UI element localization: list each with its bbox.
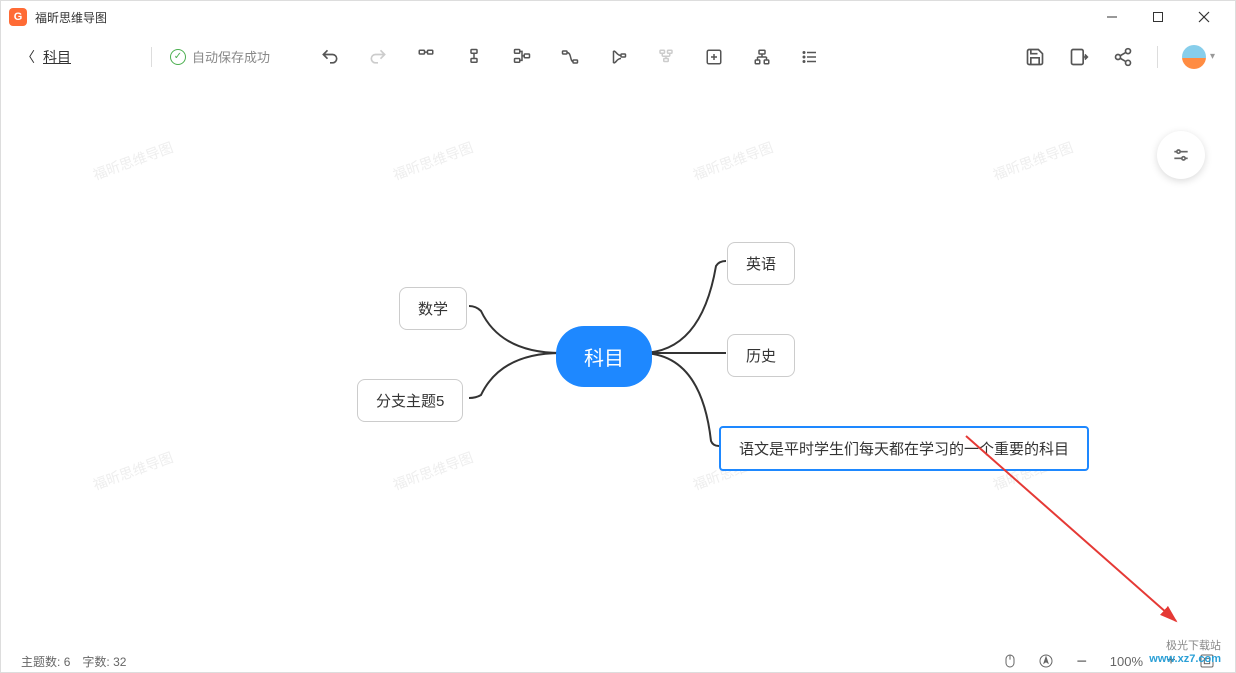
canvas[interactable]: 福昕思维导图 福昕思维导图 福昕思维导图 福昕思维导图 福昕思维导图 福昕思维导… [1, 81, 1235, 650]
redo-button[interactable] [368, 47, 388, 67]
format-button[interactable] [656, 47, 676, 67]
app-title: 福昕思维导图 [35, 9, 107, 26]
watermark: 福昕思维导图 [90, 137, 176, 185]
topic-count: 主题数: 6 [21, 653, 70, 670]
insert-button[interactable] [704, 47, 724, 67]
avatar [1182, 45, 1206, 69]
node-right-2[interactable]: 语文是平时学生们每天都在学习的一个重要的科目 [719, 426, 1089, 471]
maximize-button[interactable] [1135, 1, 1181, 33]
close-button[interactable] [1181, 1, 1227, 33]
save-status: ✓ 自动保存成功 [151, 47, 270, 67]
word-count: 字数: 32 [82, 653, 126, 670]
user-menu[interactable]: ▾ [1182, 45, 1215, 69]
watermark: 福昕思维导图 [390, 137, 476, 185]
layout-button[interactable] [752, 47, 772, 67]
window-controls [1089, 1, 1227, 33]
right-tools: ▾ [1025, 45, 1215, 69]
share-button[interactable] [1113, 47, 1133, 67]
titlebar: G 福昕思维导图 [1, 1, 1235, 33]
node-right-0[interactable]: 英语 [727, 242, 795, 285]
toolbar: 〈 科目 ✓ 自动保存成功 ▾ [1, 33, 1235, 81]
save-status-text: 自动保存成功 [192, 47, 270, 66]
watermark: 福昕思维导图 [90, 447, 176, 495]
fit-screen-button[interactable] [1199, 653, 1215, 669]
navigator-button[interactable] [1038, 653, 1054, 669]
settings-fab[interactable] [1157, 131, 1205, 179]
save-button[interactable] [1025, 47, 1045, 67]
node-left-0[interactable]: 数学 [399, 287, 467, 330]
zoom-in-button[interactable]: + [1163, 652, 1179, 670]
outline-button[interactable] [800, 47, 820, 67]
chevron-left-icon: 〈 [21, 47, 35, 67]
undo-button[interactable] [320, 47, 340, 67]
node-right-1[interactable]: 历史 [727, 334, 795, 377]
relation-button[interactable] [560, 47, 580, 67]
root-node[interactable]: 科目 [556, 326, 652, 387]
back-button[interactable]: 〈 科目 [21, 47, 71, 67]
zoom-controls: − 100% + [1002, 651, 1215, 672]
statusbar: 主题数: 6 字数: 32 − 100% + [1, 650, 1235, 672]
summary-button[interactable] [608, 47, 628, 67]
zoom-level: 100% [1110, 654, 1143, 669]
add-sibling-button[interactable] [464, 47, 484, 67]
app-icon: G [9, 8, 27, 26]
watermark: 福昕思维导图 [990, 137, 1076, 185]
tool-group [320, 47, 820, 67]
divider [1157, 46, 1158, 68]
stats: 主题数: 6 字数: 32 [21, 653, 126, 670]
zoom-out-button[interactable]: − [1074, 651, 1090, 672]
back-label: 科目 [43, 47, 71, 67]
minimize-button[interactable] [1089, 1, 1135, 33]
add-parent-button[interactable] [512, 47, 532, 67]
add-child-right-button[interactable] [416, 47, 436, 67]
export-button[interactable] [1069, 47, 1089, 67]
check-circle-icon: ✓ [170, 49, 186, 65]
watermark: 福昕思维导图 [390, 447, 476, 495]
node-left-1[interactable]: 分支主题5 [357, 379, 463, 422]
chevron-down-icon: ▾ [1210, 51, 1215, 62]
mouse-mode-button[interactable] [1002, 653, 1018, 669]
sliders-icon [1171, 145, 1191, 165]
watermark: 福昕思维导图 [690, 137, 776, 185]
